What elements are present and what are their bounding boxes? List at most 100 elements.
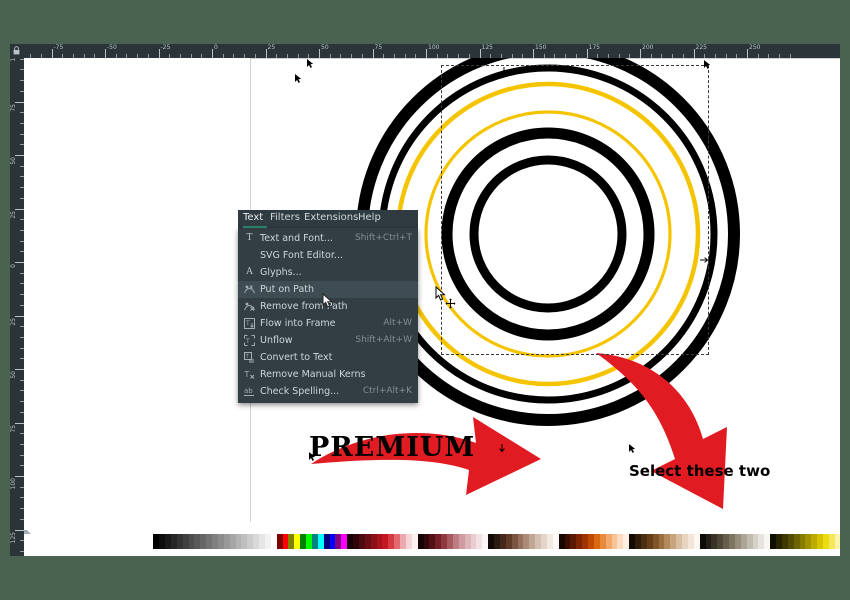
ruler-tick (20, 336, 24, 338)
ruler-tick (436, 54, 438, 58)
ruler-tick (20, 347, 24, 349)
text-anchor-marker-premium (309, 452, 316, 461)
ruler-tick (20, 411, 24, 413)
ruler-label: 75 (10, 103, 17, 112)
ruler-label: -25 (160, 44, 171, 51)
ruler-tick (15, 101, 24, 103)
ruler-tick (351, 54, 353, 58)
ruler-tick (747, 49, 748, 58)
ruler-tick (575, 54, 577, 58)
text-anchor-marker-stray (295, 74, 302, 83)
ruler-label: 50 (10, 371, 17, 379)
ruler-tick (20, 240, 24, 242)
text-anchor-marker-topright (704, 60, 711, 69)
ruler-tick (682, 54, 684, 58)
ruler-tick (661, 54, 663, 58)
ruler-tick (20, 294, 24, 296)
ruler-tick (20, 358, 24, 360)
palette-swatch[interactable] (834, 534, 840, 549)
ruler-tick (543, 54, 545, 58)
text-menu-dropdown[interactable]: T Text and Font... Shift+Ctrl+T SVG Font Ed… (238, 228, 418, 403)
menu-item-flow-into-frame[interactable]: T Flow into Frame Alt+W (238, 315, 418, 332)
flow-into-frame-icon: T (244, 318, 255, 329)
ruler-tick (20, 176, 24, 178)
ruler-tick (20, 486, 24, 488)
ruler-label: 25 (267, 44, 276, 51)
menu-item-unflow[interactable]: T Unflow Shift+Alt+W (238, 332, 418, 349)
ruler-label: 100 (10, 478, 17, 490)
menu-bar[interactable]: Text Filters Extensions Help (238, 210, 418, 228)
ruler-tick (490, 54, 492, 58)
ruler-tick (20, 122, 24, 124)
palette-swatch-strip[interactable] (24, 534, 840, 549)
ruler-tick (20, 283, 24, 285)
vertical-ruler[interactable]: 1007550250255075100125150 (10, 58, 24, 556)
ruler-label: 200 (642, 44, 654, 51)
menu-text[interactable]: Text (243, 212, 263, 223)
ruler-tick (20, 390, 24, 392)
ruler-tick (15, 208, 24, 210)
premium-text[interactable]: PREMIUM (309, 432, 475, 463)
horizontal-ruler[interactable]: -100-75-50-25025507510012515017520022525… (24, 44, 840, 58)
menu-item-check-spelling[interactable]: ab Check Spelling... Ctrl+Alt+K (238, 383, 418, 400)
ruler-tick (340, 54, 342, 58)
menu-item-remove-manual-kerns[interactable]: T Remove Manual Kerns (238, 366, 418, 383)
ruler-tick (650, 54, 652, 58)
ruler-label: -75 (53, 44, 64, 51)
ruler-tick (20, 90, 24, 92)
ruler-tick (20, 197, 24, 199)
menu-item-label: Remove from Path (260, 301, 348, 312)
ruler-tick (468, 54, 470, 58)
arrow-right-red[interactable] (596, 353, 727, 509)
ruler-tick (137, 54, 139, 58)
node-handle-right[interactable] (700, 257, 709, 263)
remove-from-path-icon (244, 301, 255, 312)
ruler-tick (30, 54, 32, 58)
menu-filters[interactable]: Filters (270, 212, 300, 223)
menu-item-convert-to-text[interactable]: T Convert to Text (238, 349, 418, 366)
ruler-tick (672, 54, 674, 58)
ruler-tick (190, 54, 192, 58)
menu-help[interactable]: Help (358, 212, 381, 223)
ruler-label: 100 (428, 44, 440, 51)
node-handle-bottom[interactable] (499, 444, 505, 453)
menu-item-label: SVG Font Editor... (260, 250, 343, 261)
ruler-tick (393, 54, 395, 58)
ruler-tick (20, 497, 24, 499)
ruler-tick (244, 54, 246, 58)
remove-manual-kerns-icon: T (244, 369, 255, 380)
node-handle-top[interactable] (501, 67, 507, 76)
ruler-tick (20, 443, 24, 445)
text-anchor-marker-top (307, 59, 314, 68)
ruler-tick (319, 49, 320, 58)
ruler-tick (276, 54, 278, 58)
ruler-tick (20, 272, 24, 274)
ruler-tick (20, 229, 24, 231)
ruler-label: 75 (374, 44, 383, 51)
ruler-tick (458, 54, 460, 58)
menu-item-glyphs[interactable]: A Glyphs... (238, 264, 418, 281)
ruler-tick (20, 465, 24, 467)
ruler-tick (20, 326, 24, 328)
ruler-tick (20, 165, 24, 167)
text-anchor-marker-select (629, 444, 636, 453)
ruler-tick (597, 54, 599, 58)
menu-item-label: Check Spelling... (260, 386, 340, 397)
put-on-path-icon (244, 284, 255, 295)
ruler-tick (522, 54, 524, 58)
ruler-tick (20, 133, 24, 135)
mouse-pointer-cursor-menu (322, 293, 333, 308)
drawing-canvas[interactable]: PREMIUM Select these two (24, 58, 840, 522)
ruler-tick (629, 54, 631, 58)
ruler-tick (20, 454, 24, 456)
ruler-tick (212, 49, 213, 58)
ruler-tick (40, 54, 42, 58)
menu-extensions[interactable]: Extensions (304, 212, 358, 223)
color-palette[interactable] (10, 522, 840, 556)
ruler-tick (640, 49, 641, 58)
ruler-tick (20, 304, 24, 306)
menu-item-text-and-font[interactable]: T Text and Font... Shift+Ctrl+T (238, 230, 418, 247)
menu-item-svg-font-editor[interactable]: SVG Font Editor... (238, 247, 418, 264)
select-these-two-text[interactable]: Select these two (629, 462, 770, 480)
ruler-tick (618, 54, 620, 58)
